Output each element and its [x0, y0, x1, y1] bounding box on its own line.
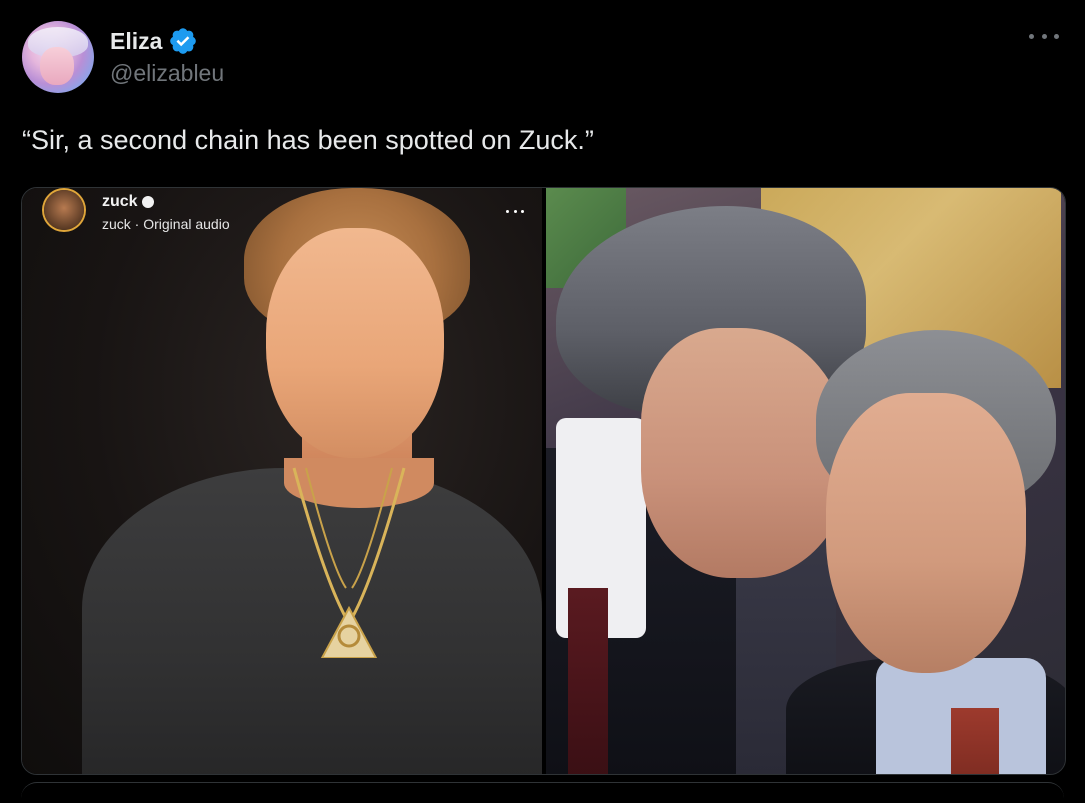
photo-aide-tie-shape — [568, 588, 608, 774]
next-card-edge — [21, 782, 1064, 803]
overlay-verified-icon — [141, 196, 154, 208]
media-image-right[interactable] — [546, 188, 1065, 774]
photo-face-shape — [266, 228, 444, 458]
overlay-username-row[interactable]: zuck — [102, 193, 154, 211]
overlay-username[interactable]: zuck — [102, 193, 138, 211]
avatar-face-shape — [40, 47, 74, 85]
more-options-icon[interactable] — [1029, 26, 1059, 46]
photo-man-tie-shape — [951, 708, 999, 774]
overlay-subtitle[interactable]: zuck · Original audio — [102, 216, 230, 232]
author-avatar[interactable] — [22, 21, 94, 93]
media-image-left[interactable]: zuck zuck · Original audio — [22, 188, 542, 774]
tweet-text: “Sir, a second chain has been spotted on… — [22, 125, 594, 155]
photo-man-face-shape — [826, 393, 1026, 673]
author-name-row[interactable]: Eliza — [110, 26, 198, 56]
author-handle[interactable]: @elizableu — [110, 60, 224, 87]
overlay-more-icon[interactable] — [506, 208, 524, 214]
tweet-media[interactable]: zuck zuck · Original audio — [21, 187, 1066, 775]
overlay-avatar[interactable] — [44, 190, 84, 230]
author-name[interactable]: Eliza — [110, 28, 162, 55]
video-overlay-header: zuck zuck · Original audio — [32, 188, 542, 238]
gold-chain-pendant-icon — [292, 467, 406, 658]
verified-badge-icon — [168, 26, 198, 56]
